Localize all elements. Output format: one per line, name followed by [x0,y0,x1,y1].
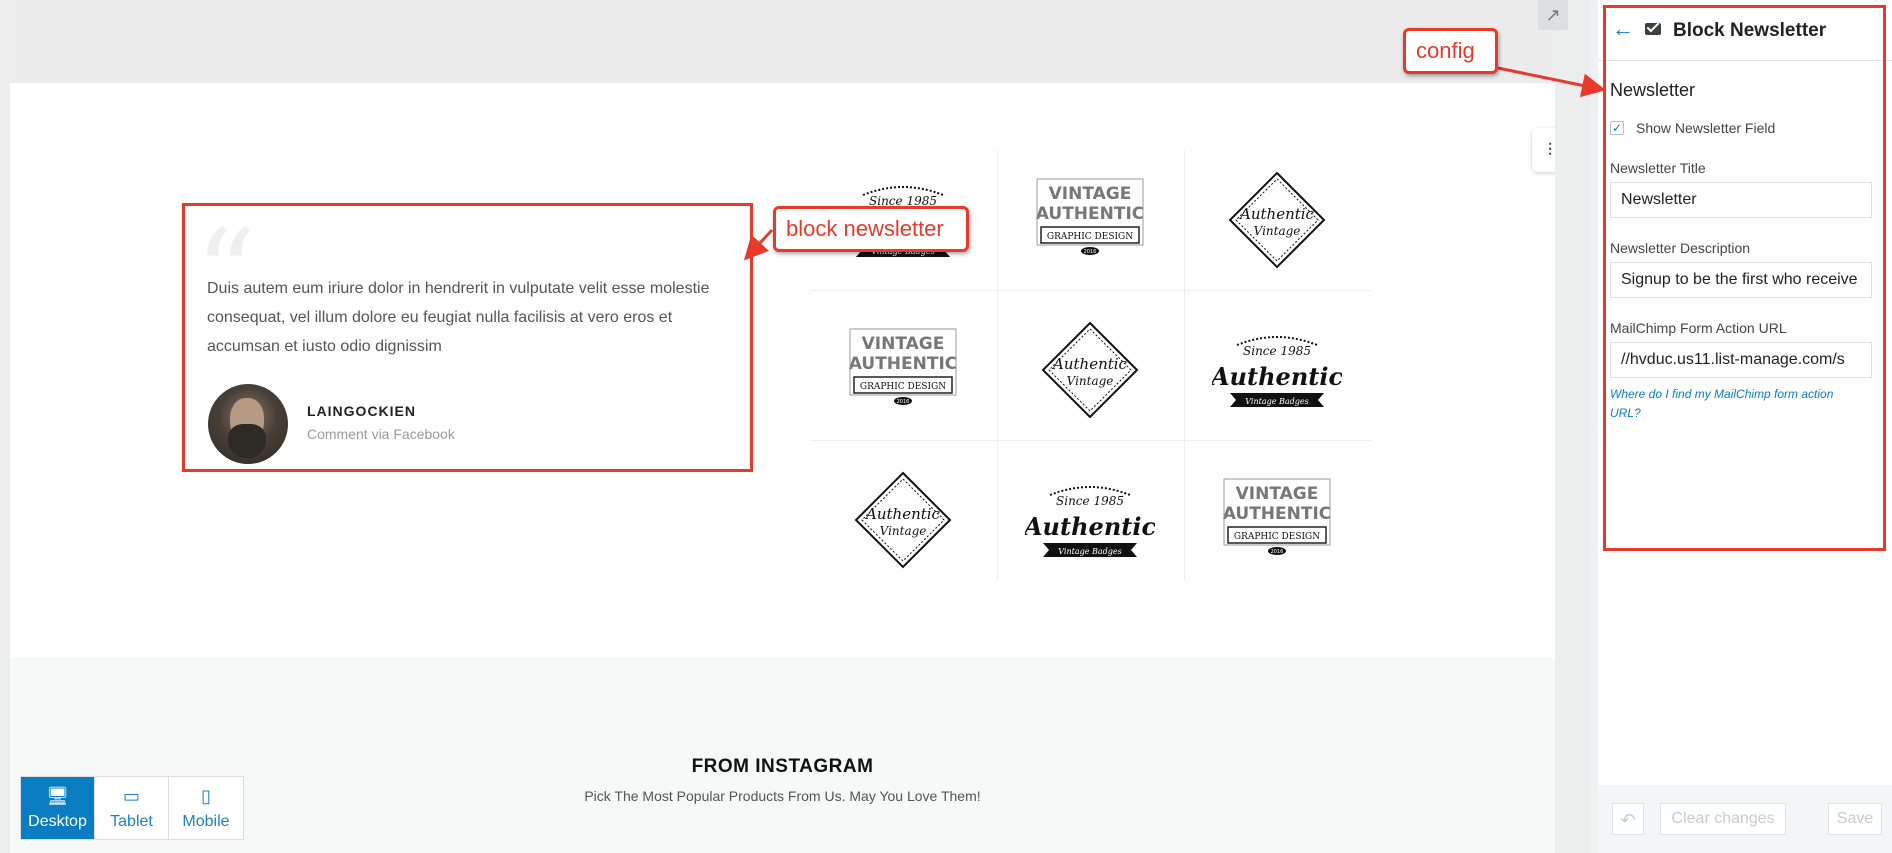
logo-since: Since 1985 Authentic Vintage Badges [997,450,1182,590]
device-tablet-button[interactable]: ▭ Tablet [95,777,169,839]
svg-text:VINTAGE: VINTAGE [861,334,944,354]
svg-text:AUTHENTIC: AUTHENTIC [848,354,957,374]
svg-text:2016: 2016 [1270,549,1283,555]
svg-text:AUTHENTIC: AUTHENTIC [1222,504,1331,524]
device-desktop-button[interactable]: 🖥 Desktop [21,777,95,839]
logo-vintage: VINTAGE AUTHENTIC GRAPHIC DESIGN 2016 [997,150,1182,290]
save-button[interactable]: Save [1828,803,1882,835]
preview-header-band [10,0,1555,83]
svg-text:GRAPHIC DESIGN: GRAPHIC DESIGN [1233,532,1319,542]
svg-text:Authentic: Authentic [1025,512,1155,541]
svg-text:GRAPHIC DESIGN: GRAPHIC DESIGN [1046,232,1132,242]
logo-vintage: VINTAGE AUTHENTIC GRAPHIC DESIGN 2016 [1184,450,1369,590]
collapse-sidebar-icon[interactable]: ↗ [1538,0,1568,30]
logo-diamond: Authentic Vintage [1184,150,1369,290]
panel-footer: ↶ Clear changes Save [1598,785,1892,853]
svg-text:Vintage: Vintage [879,524,926,538]
svg-text:Vintage Badges: Vintage Badges [1058,547,1121,556]
tablet-icon: ▭ [122,785,140,806]
svg-text:Vintage: Vintage [1253,224,1300,238]
section-settings-icon[interactable]: ⫶ [1532,128,1555,172]
svg-text:2016: 2016 [896,399,909,405]
svg-text:Since 1985: Since 1985 [1243,344,1311,358]
svg-text:2016: 2016 [1083,249,1096,255]
svg-text:Vintage Badges: Vintage Badges [1245,397,1308,406]
logo-diamond: Authentic Vintage [997,300,1182,440]
svg-text:GRAPHIC DESIGN: GRAPHIC DESIGN [859,382,945,392]
desktop-icon: 🖥 [46,785,69,806]
clear-changes-button[interactable]: Clear changes [1660,803,1786,835]
svg-text:VINTAGE: VINTAGE [1048,184,1131,204]
svg-text:Authentic: Authentic [1212,362,1342,391]
logo-vintage: VINTAGE AUTHENTIC GRAPHIC DESIGN 2016 [810,300,995,440]
svg-text:Vintage: Vintage [1066,374,1113,388]
logo-diamond: Authentic Vintage [810,450,995,590]
svg-text:AUTHENTIC: AUTHENTIC [1035,204,1144,224]
block-newsletter-annotation: block newsletter [773,206,969,252]
mobile-icon: ▯ [201,785,211,806]
logo-since: Since 1985 Authentic Vintage Badges [1184,300,1369,440]
device-switcher: 🖥 Desktop ▭ Tablet ▯ Mobile [20,776,244,840]
block-highlight-box [182,203,753,472]
config-highlight-box [1603,5,1886,551]
svg-text:Since 1985: Since 1985 [1056,494,1124,508]
svg-text:Authentic: Authentic [864,505,941,523]
instagram-title: FROM INSTAGRAM [691,756,874,777]
device-label: Tablet [110,812,153,830]
undo-icon[interactable]: ↶ [1612,803,1644,835]
config-annotation: config [1403,28,1498,74]
svg-text:VINTAGE: VINTAGE [1235,484,1318,504]
device-label: Mobile [182,812,230,830]
device-mobile-button[interactable]: ▯ Mobile [169,777,243,839]
device-label: Desktop [28,812,87,830]
svg-text:Authentic: Authentic [1238,205,1315,223]
svg-text:Authentic: Authentic [1051,355,1128,373]
